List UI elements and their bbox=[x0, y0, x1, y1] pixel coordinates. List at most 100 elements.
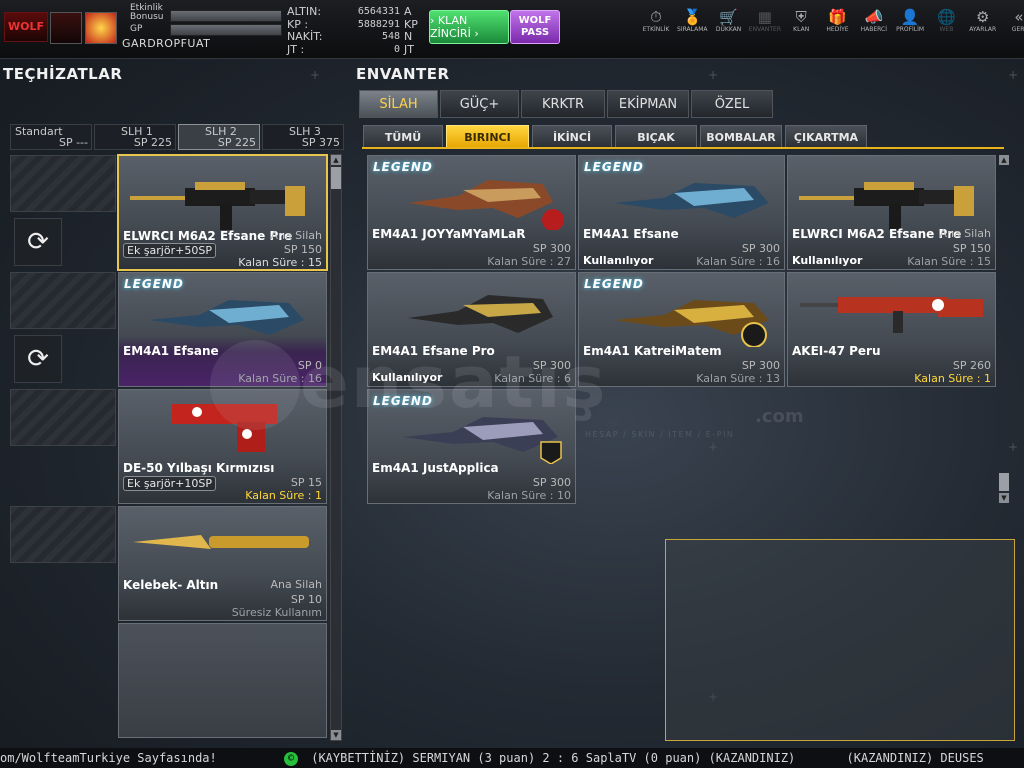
subtab-bicak[interactable]: BIÇAK bbox=[615, 125, 697, 149]
rifle-icon bbox=[800, 297, 983, 333]
tab-krktr[interactable]: KRKTR bbox=[521, 90, 605, 118]
swap-icon[interactable]: ⟳ bbox=[14, 218, 62, 266]
match-result-icon: © bbox=[283, 751, 298, 766]
slot-slh3[interactable]: SLH 3 SP 375 bbox=[262, 124, 344, 150]
subtab-birinci[interactable]: BIRINCI bbox=[446, 125, 529, 149]
deco-plus: + bbox=[708, 440, 719, 454]
clan-emblem-icon[interactable] bbox=[50, 12, 82, 44]
nav-profi̇li̇m-icon: 👤 bbox=[900, 8, 920, 26]
watermark-logo bbox=[210, 340, 300, 430]
inventory-scrollbar[interactable]: ▲ ▼ bbox=[999, 155, 1009, 503]
currency-stats: ALTIN: 6564331 A KP :5888291 KP NAKİT: 548 N … bbox=[287, 5, 422, 56]
nav-envanter-icon: ▦ bbox=[757, 8, 772, 26]
subtab-cikartma[interactable]: ÇIKARTMA bbox=[785, 125, 867, 149]
news-ticker: om/WolfteamTurkiye Sayfasında! © (KAYBET… bbox=[0, 748, 1024, 768]
stat-cash: NAKİT: 548 N bbox=[287, 30, 413, 43]
empty-slot bbox=[10, 272, 116, 329]
nav-etki̇nli̇k[interactable]: ⏱ ETKİNLİK bbox=[638, 8, 674, 33]
subtab-tumu[interactable]: TÜMÜ bbox=[363, 125, 443, 149]
rifle-icon bbox=[149, 300, 304, 335]
nav-dükkan[interactable]: 🛒 DÜKKAN bbox=[711, 8, 747, 33]
scroll-up-icon[interactable]: ▲ bbox=[999, 155, 1009, 165]
nav-label: GERİ bbox=[1011, 26, 1024, 33]
knife-icon bbox=[133, 535, 309, 549]
empty-equip-card bbox=[118, 623, 327, 738]
nav-label: WEB bbox=[939, 26, 954, 33]
nav-hedi̇ye[interactable]: 🎁 HEDİYE bbox=[820, 8, 856, 33]
inventory-item-card[interactable]: LEGEND EM4A1 Efsane Kullanılıyor SP 300 … bbox=[578, 155, 785, 270]
ticker-match-text: (KAYBETTİNİZ) SERMIYAN (3 puan) 2 : 6 Sa… bbox=[311, 751, 796, 765]
tab-silah[interactable]: SİLAH bbox=[359, 90, 438, 118]
tab-guc[interactable]: GÜÇ+ bbox=[440, 90, 519, 118]
subtab-bombalar[interactable]: BOMBALAR bbox=[700, 125, 782, 149]
player-name: GARDROPFUAT bbox=[122, 37, 211, 50]
scroll-thumb[interactable] bbox=[331, 167, 341, 189]
slot-standart[interactable]: Standart SP --- bbox=[10, 124, 92, 150]
bonus-label: Etkinlik Bonusu bbox=[130, 3, 164, 22]
bonus-bar bbox=[170, 10, 282, 22]
nav-label: SIRALAMA bbox=[677, 26, 708, 33]
stat-gold: ALTIN: 6564331 A bbox=[287, 5, 412, 18]
equipment-scrollbar[interactable]: ▲ ▼ bbox=[330, 154, 342, 741]
nav-label: DÜKKAN bbox=[715, 26, 742, 33]
equipped-item-card[interactable]: Kelebek- Altın Ana Silah SP 10 Süresiz K… bbox=[118, 506, 327, 621]
nav-siralama-icon: 🏅 bbox=[682, 8, 702, 26]
rifle-icon bbox=[130, 182, 305, 230]
nav-profi̇li̇m[interactable]: 👤 PROFİLİM bbox=[892, 8, 928, 33]
slot-slh2[interactable]: SLH 2 SP 225 bbox=[178, 124, 260, 150]
nav-klan-icon: ⛨ bbox=[795, 8, 807, 26]
nav-siralama[interactable]: 🏅 SIRALAMA bbox=[674, 8, 710, 33]
nav-label: ENVANTER bbox=[748, 26, 781, 33]
equipped-item-card[interactable]: ELWRCI M6A2 Efsane Pre Ana Silah Ek şarj… bbox=[117, 154, 328, 271]
inventory-title: ENVANTER bbox=[356, 65, 450, 83]
nav-label: HEDİYE bbox=[826, 26, 849, 33]
tab-underline bbox=[362, 147, 1004, 149]
nav-haberci̇[interactable]: 📣 HABERCİ bbox=[856, 8, 892, 33]
tab-ekipman[interactable]: EKİPMAN bbox=[607, 90, 689, 118]
rifle-icon bbox=[614, 183, 769, 218]
watermark-tld: .com bbox=[755, 406, 804, 427]
rifle-icon bbox=[408, 180, 564, 230]
inventory-item-card[interactable]: LEGEND Em4A1 KatreiMatem SP 300 Kalan Sü… bbox=[578, 272, 785, 387]
deco-plus: + bbox=[1008, 68, 1019, 82]
watermark-text: ensatış bbox=[300, 340, 608, 424]
scroll-down-icon[interactable]: ▼ bbox=[331, 730, 341, 740]
ticker-match-text-2: (KAZANDINIZ) DEUSES bbox=[846, 751, 984, 765]
equipment-title: TEÇHİZATLAR bbox=[3, 65, 123, 83]
nav-geri̇-icon: « bbox=[1014, 8, 1024, 26]
inventory-item-card[interactable]: ELWRCI M6A2 Efsane Pre Ana Silah SP 150 … bbox=[787, 155, 996, 270]
subtab-ikinci[interactable]: İKİNCİ bbox=[532, 125, 612, 149]
nav-label: KLAN bbox=[793, 26, 810, 33]
nav-label: PROFİLİM bbox=[896, 26, 925, 33]
nav-geri̇[interactable]: «GERİ bbox=[1001, 8, 1024, 33]
slot-slh1[interactable]: SLH 1 SP 225 bbox=[94, 124, 176, 150]
nav-web-icon: 🌐 bbox=[937, 8, 956, 26]
nav-web[interactable]: 🌐 WEB bbox=[928, 8, 964, 33]
tab-ozel[interactable]: ÖZEL bbox=[691, 90, 773, 118]
inventory-item-card[interactable]: AKEI-47 Peru SP 260 Kalan Süre : 1 bbox=[787, 272, 996, 387]
empty-slot bbox=[10, 155, 116, 212]
deco-plus: + bbox=[708, 68, 719, 82]
wolf-pass-button[interactable]: WOLF PASS bbox=[510, 10, 560, 44]
clan-chain-button[interactable]: › KLAN ZİNCİRİ › bbox=[429, 10, 509, 44]
ticker-text: om/WolfteamTurkiye Sayfasında! bbox=[0, 751, 217, 765]
nav-label: HABERCİ bbox=[860, 26, 887, 33]
nav-klan[interactable]: ⛨ KLAN bbox=[783, 8, 819, 33]
nav-dükkan-icon: 🛒 bbox=[719, 8, 738, 26]
item-info-panel bbox=[665, 539, 1015, 741]
deco-plus: + bbox=[310, 68, 321, 82]
game-logo: WOLF bbox=[4, 12, 48, 42]
nav-envanter[interactable]: ▦ ENVANTER bbox=[747, 8, 783, 33]
inventory-item-card[interactable]: LEGEND EM4A1 JOYYaMYaMLaR SP 300 Kalan S… bbox=[367, 155, 576, 270]
scroll-thumb[interactable] bbox=[999, 473, 1009, 491]
nav-haberci̇-icon: 📣 bbox=[864, 8, 884, 26]
scroll-down-icon[interactable]: ▼ bbox=[999, 493, 1009, 503]
swap-icon[interactable]: ⟳ bbox=[14, 335, 62, 383]
empty-slot bbox=[10, 506, 116, 563]
gp-bar bbox=[170, 24, 282, 36]
nav-etki̇nli̇k-icon: ⏱ bbox=[650, 8, 662, 26]
gp-label: GP bbox=[130, 24, 143, 34]
scroll-up-icon[interactable]: ▲ bbox=[331, 155, 341, 165]
nav-label: ETKİNLİK bbox=[642, 26, 670, 33]
nav-ayarlar[interactable]: ⚙ AYARLAR bbox=[965, 8, 1001, 33]
